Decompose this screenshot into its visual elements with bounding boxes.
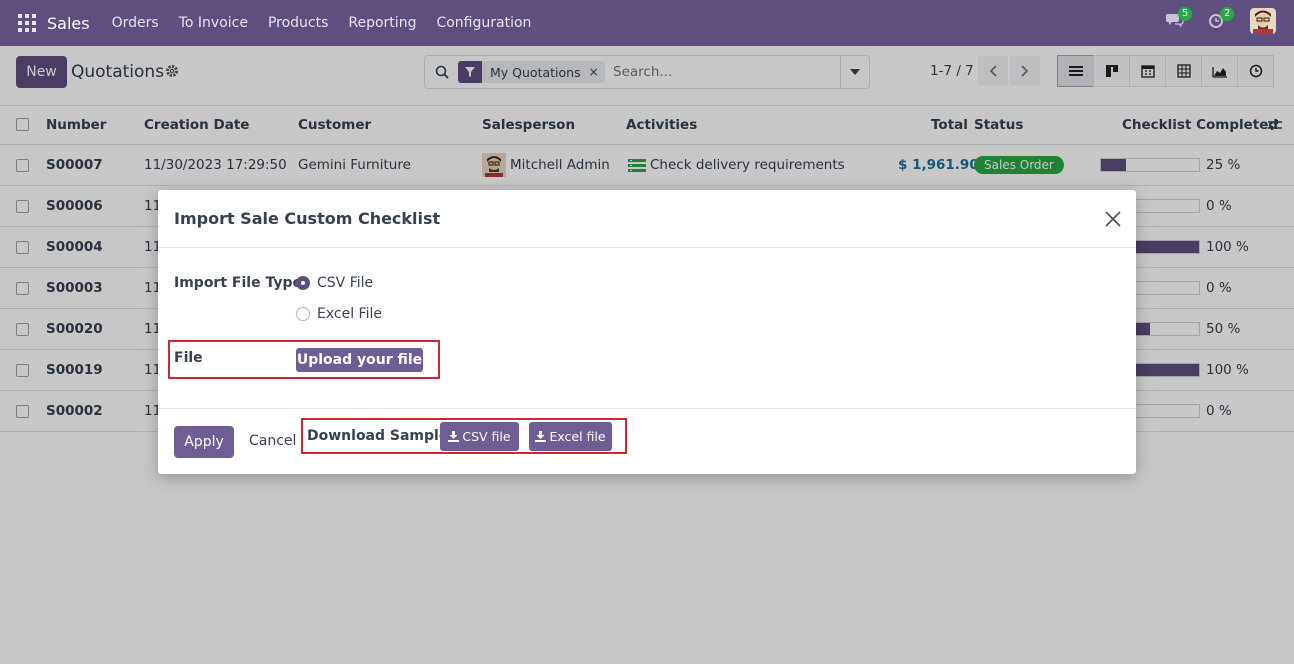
menu-reporting[interactable]: Reporting <box>348 15 416 31</box>
cancel-button[interactable]: Cancel <box>249 433 296 449</box>
download-icon <box>448 431 460 442</box>
download-csv-button[interactable]: CSV file <box>440 422 519 451</box>
import-type-label: Import File Type <box>174 275 302 291</box>
dialog-title: Import Sale Custom Checklist <box>174 209 441 228</box>
radio-csv-button[interactable] <box>296 276 310 290</box>
download-sample-label: Download Sample: <box>307 428 454 444</box>
dialog-footer: Apply Cancel Download Sample: CSV file E… <box>158 408 1136 474</box>
download-icon <box>535 431 547 442</box>
radio-excel-file[interactable]: Excel File <box>296 306 382 322</box>
file-label: File <box>174 350 203 366</box>
upload-file-button[interactable]: Upload your file <box>296 348 423 372</box>
menu-to-invoice[interactable]: To Invoice <box>179 15 248 31</box>
user-avatar[interactable] <box>1250 8 1276 34</box>
radio-excel-label: Excel File <box>317 306 382 322</box>
top-navbar: Sales Orders To Invoice Products Reporti… <box>0 0 1294 46</box>
radio-excel-button[interactable] <box>296 307 310 321</box>
menu-products[interactable]: Products <box>268 15 328 31</box>
radio-csv-label: CSV File <box>317 275 374 291</box>
menu-orders[interactable]: Orders <box>112 15 159 31</box>
apply-button[interactable]: Apply <box>174 426 234 458</box>
messages-icon[interactable]: 5 <box>1166 7 1193 31</box>
activities-clock-icon[interactable]: 2 <box>1208 7 1235 31</box>
menu-configuration[interactable]: Configuration <box>436 15 531 31</box>
download-csv-label: CSV file <box>462 429 511 444</box>
close-icon[interactable] <box>1104 210 1122 228</box>
app-brand[interactable]: Sales <box>47 14 90 33</box>
dialog-header: Import Sale Custom Checklist <box>158 190 1136 248</box>
radio-csv-file[interactable]: CSV File <box>296 275 373 291</box>
apps-menu-icon[interactable] <box>18 14 36 32</box>
activities-count-badge: 2 <box>1220 7 1235 21</box>
download-excel-button[interactable]: Excel file <box>529 422 612 451</box>
download-excel-label: Excel file <box>549 429 606 444</box>
import-checklist-dialog: Import Sale Custom Checklist Import File… <box>158 190 1136 474</box>
messages-count-badge: 5 <box>1178 7 1193 21</box>
